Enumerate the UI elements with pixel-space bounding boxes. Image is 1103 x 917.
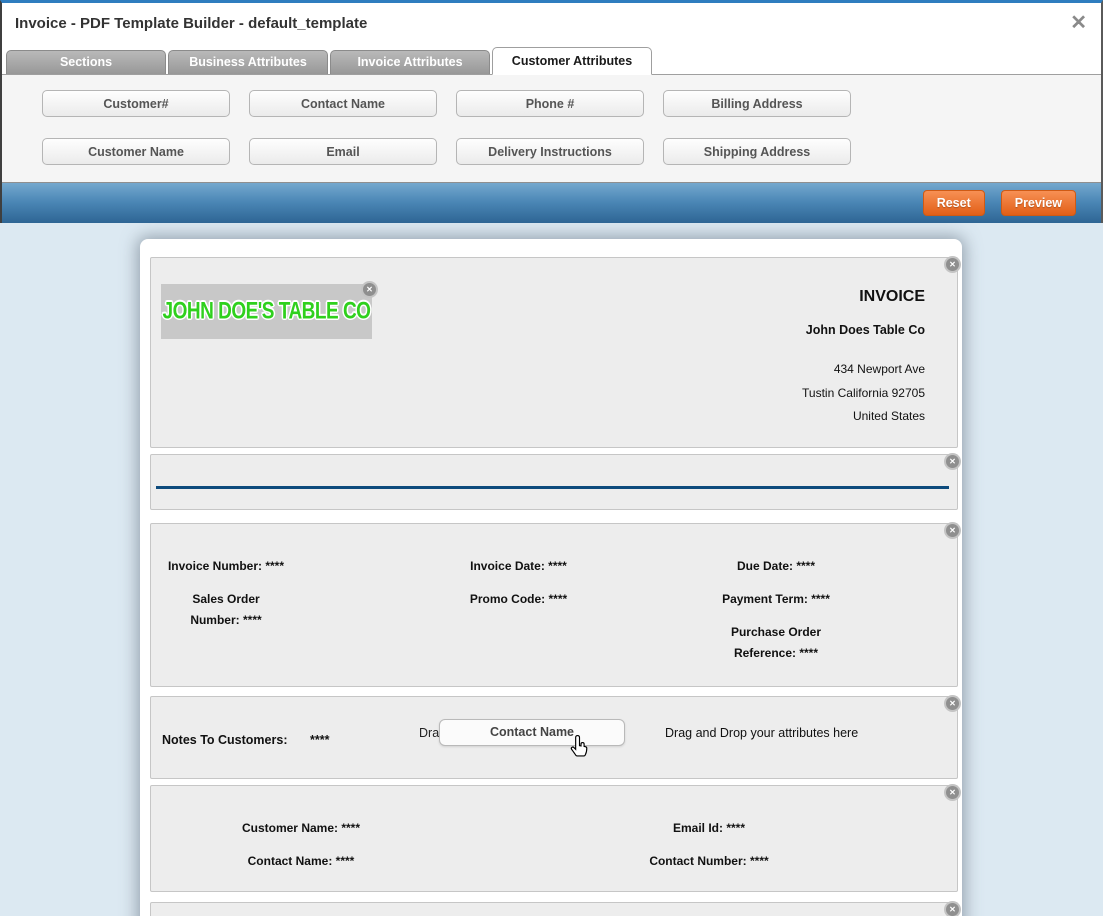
hand-cursor-icon — [568, 734, 591, 766]
section-header-close-icon[interactable]: ✕ — [944, 256, 961, 273]
drop-hint-text: Drag and Drop your attributes here — [665, 726, 858, 740]
customer-name-field: Customer Name: **** — [191, 818, 411, 839]
section-notes[interactable]: Notes To Customers: **** Dra Contact Nam… — [150, 696, 958, 779]
template-canvas: JOHN DOE'S TABLE CO ✕ INVOICE John Does … — [0, 223, 1103, 916]
logo-remove-icon[interactable]: ✕ — [361, 281, 378, 298]
tab-bar: Sections Business Attributes Invoice Att… — [2, 47, 1101, 75]
dragged-contact-name-chip[interactable]: Contact Name — [439, 719, 625, 746]
attribute-billing-address[interactable]: Billing Address — [663, 90, 851, 117]
tab-business-attributes[interactable]: Business Attributes — [168, 50, 328, 74]
section-divider-close-icon[interactable]: ✕ — [944, 453, 961, 470]
invoice-template-paper: JOHN DOE'S TABLE CO ✕ INVOICE John Does … — [140, 239, 962, 916]
section-customer[interactable]: Customer Name: **** Contact Name: **** E… — [150, 785, 958, 892]
company-logo-text: JOHN DOE'S TABLE CO — [163, 298, 371, 326]
attribute-row-2: Customer Name Email Delivery Instruction… — [2, 117, 1101, 165]
dialog-close-icon[interactable]: ✕ — [1070, 13, 1087, 33]
attribute-row-1: Customer# Contact Name Phone # Billing A… — [2, 75, 1101, 117]
contact-name-field: Contact Name: **** — [191, 851, 411, 872]
attribute-email[interactable]: Email — [249, 138, 437, 165]
sales-order-number-field: Sales Order Number: **** — [167, 589, 285, 631]
purchase-order-reference-field: Purchase Order Reference: **** — [716, 622, 836, 664]
contact-number-field: Contact Number: **** — [589, 851, 829, 872]
attribute-customer-name[interactable]: Customer Name — [42, 138, 230, 165]
section-partial[interactable]: ✕ — [150, 902, 958, 916]
attribute-palette: Customer# Contact Name Phone # Billing A… — [2, 75, 1101, 183]
details-column-1: Invoice Number: **** Sales Order Number:… — [167, 556, 285, 643]
tab-sections[interactable]: Sections — [6, 50, 166, 74]
notes-label: Notes To Customers: — [162, 733, 287, 747]
section-divider[interactable]: ✕ — [150, 454, 958, 510]
email-id-field: Email Id: **** — [589, 818, 829, 839]
due-date-field: Due Date: **** — [716, 556, 836, 577]
details-column-3: Due Date: **** Payment Term: **** Purcha… — [716, 556, 836, 676]
company-logo[interactable]: JOHN DOE'S TABLE CO ✕ — [161, 284, 372, 339]
reset-button[interactable]: Reset — [923, 190, 985, 216]
attribute-phone[interactable]: Phone # — [456, 90, 644, 117]
company-address-line-1: 434 Newport Ave — [802, 358, 925, 382]
tab-customer-attributes[interactable]: Customer Attributes — [492, 47, 652, 75]
attribute-contact-name[interactable]: Contact Name — [249, 90, 437, 117]
section-invoice-details[interactable]: Invoice Number: **** Sales Order Number:… — [150, 523, 958, 687]
attribute-customer-number[interactable]: Customer# — [42, 90, 230, 117]
header-company-block: INVOICE John Does Table Co 434 Newport A… — [802, 288, 925, 429]
document-title: INVOICE — [802, 288, 925, 306]
section-customer-close-icon[interactable]: ✕ — [944, 784, 961, 801]
section-details-close-icon[interactable]: ✕ — [944, 522, 961, 539]
section-partial-close-icon[interactable]: ✕ — [944, 901, 961, 916]
invoice-date-field: Invoice Date: **** — [451, 556, 586, 577]
action-toolbar: Reset Preview — [2, 183, 1101, 223]
title-bar: Invoice - PDF Template Builder - default… — [2, 3, 1101, 47]
customer-column-2: Email Id: **** Contact Number: **** — [589, 818, 829, 884]
company-address-line-2: Tustin California 92705 — [802, 382, 925, 406]
preview-button[interactable]: Preview — [1001, 190, 1076, 216]
attribute-delivery-instructions[interactable]: Delivery Instructions — [456, 138, 644, 165]
attribute-shipping-address[interactable]: Shipping Address — [663, 138, 851, 165]
tab-invoice-attributes[interactable]: Invoice Attributes — [330, 50, 490, 74]
payment-term-field: Payment Term: **** — [716, 589, 836, 610]
customer-column-1: Customer Name: **** Contact Name: **** — [191, 818, 411, 884]
divider-line — [156, 486, 949, 489]
invoice-number-field: Invoice Number: **** — [167, 556, 285, 577]
drop-hint-clipped: Dra — [419, 726, 439, 740]
notes-value: **** — [310, 733, 329, 747]
details-column-2: Invoice Date: **** Promo Code: **** — [451, 556, 586, 622]
section-header[interactable]: JOHN DOE'S TABLE CO ✕ INVOICE John Does … — [150, 257, 958, 448]
company-address-line-3: United States — [802, 405, 925, 429]
promo-code-field: Promo Code: **** — [451, 589, 586, 610]
section-notes-close-icon[interactable]: ✕ — [944, 695, 961, 712]
company-name: John Does Table Co — [802, 323, 925, 337]
dialog-chrome: Invoice - PDF Template Builder - default… — [0, 0, 1103, 223]
dialog-title: Invoice - PDF Template Builder - default… — [15, 15, 367, 32]
